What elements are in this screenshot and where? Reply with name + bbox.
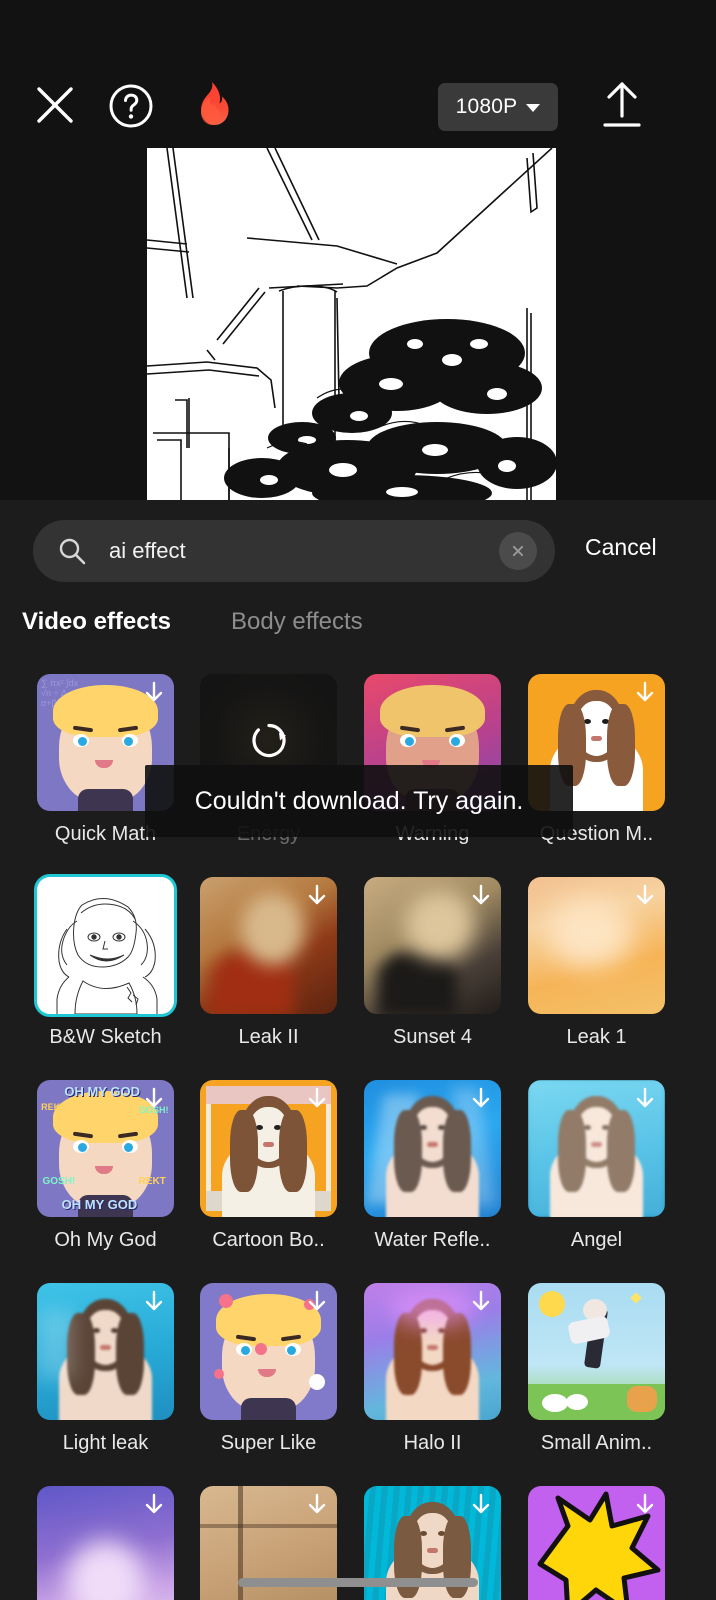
toast-message: Couldn't download. Try again. — [145, 765, 573, 837]
effect-item-sunset-4[interactable]: Sunset 4 — [364, 877, 501, 1049]
effect-item-angel[interactable]: Angel — [528, 1080, 665, 1252]
download-icon[interactable] — [304, 1492, 330, 1518]
effect-item[interactable] — [528, 1486, 665, 1600]
download-icon[interactable] — [141, 1086, 167, 1112]
download-icon[interactable] — [632, 680, 658, 706]
effect-label: Sunset 4 — [393, 1026, 472, 1048]
effect-art-bwsketch — [37, 877, 174, 1014]
download-icon[interactable] — [468, 883, 494, 909]
download-icon[interactable] — [141, 1492, 167, 1518]
effect-thumbnail[interactable] — [528, 1080, 665, 1217]
download-icon[interactable] — [141, 1289, 167, 1315]
effect-thumbnail[interactable] — [37, 1486, 174, 1600]
effect-label: Light leak — [62, 1432, 149, 1454]
home-indicator — [238, 1578, 478, 1587]
flame-icon[interactable] — [190, 81, 234, 131]
effects-picker-screen: 1080P ai effect Cancel Video effects Bod… — [0, 0, 716, 1600]
effects-row: B&W Sketch Leak II Sunset 4 Leak 1 — [0, 874, 716, 1080]
download-icon[interactable] — [304, 883, 330, 909]
cancel-button[interactable]: Cancel — [585, 534, 657, 561]
top-toolbar: 1080P — [0, 0, 716, 146]
effect-thumbnail[interactable] — [200, 1080, 337, 1217]
effect-label: Super Like — [220, 1432, 317, 1454]
effects-row: Light leak Super Like Halo II Small Anim… — [0, 1283, 716, 1486]
effects-row: OH MY GOD OH MY GOD REK! GOSH! GOSH! REK… — [0, 1080, 716, 1283]
effect-thumbnail[interactable] — [528, 877, 665, 1014]
resolution-label: 1080P — [455, 95, 518, 118]
toast-text: Couldn't download. Try again. — [194, 786, 524, 815]
effect-item-halo-ii[interactable]: Halo II — [364, 1283, 501, 1455]
effect-item-water-refle[interactable]: Water Refle.. — [364, 1080, 501, 1252]
close-icon[interactable] — [33, 83, 77, 127]
bw-sketch-preview-art — [147, 148, 556, 500]
video-preview[interactable] — [147, 148, 556, 500]
effect-thumbnail[interactable] — [528, 1283, 665, 1420]
chevron-down-icon — [526, 104, 541, 112]
download-icon[interactable] — [141, 680, 167, 706]
effect-label: Cartoon Bo.. — [212, 1229, 325, 1251]
download-icon[interactable] — [468, 1492, 494, 1518]
tab-body-effects[interactable]: Body effects — [231, 608, 363, 636]
effect-label: Small Anim.. — [540, 1432, 653, 1454]
download-icon[interactable] — [468, 1289, 494, 1315]
effect-item-b-w-sketch[interactable]: B&W Sketch — [34, 874, 177, 1049]
download-icon[interactable] — [468, 1086, 494, 1112]
effect-item-super-like[interactable]: Super Like — [200, 1283, 337, 1455]
effect-label: Oh My God — [54, 1229, 157, 1251]
effect-item-small-anim[interactable]: Small Anim.. — [528, 1283, 665, 1455]
effect-label: Water Refle.. — [374, 1229, 491, 1251]
search-field[interactable] — [33, 520, 555, 582]
effect-item-cartoon-bo[interactable]: Cartoon Bo.. — [200, 1080, 337, 1252]
effect-item-leak-1[interactable]: Leak 1 — [528, 877, 665, 1049]
effect-label: B&W Sketch — [49, 1026, 162, 1048]
effect-thumbnail[interactable] — [37, 1283, 174, 1420]
effect-thumbnail[interactable] — [200, 877, 337, 1014]
effect-item-light-leak[interactable]: Light leak — [37, 1283, 174, 1455]
effect-thumbnail[interactable]: OH MY GOD OH MY GOD REK! GOSH! GOSH! REK… — [37, 1080, 174, 1217]
retry-spinner-icon[interactable] — [249, 720, 289, 765]
effect-art-smallanimal — [528, 1283, 665, 1420]
effect-label: Halo II — [403, 1432, 462, 1454]
download-icon[interactable] — [632, 1492, 658, 1518]
download-icon[interactable] — [632, 1086, 658, 1112]
search-input[interactable] — [109, 538, 499, 564]
tab-video-effects[interactable]: Video effects — [22, 608, 171, 636]
effect-label: Leak II — [238, 1026, 299, 1048]
search-row: Cancel — [0, 520, 716, 582]
effect-item-oh-my-god[interactable]: OH MY GOD OH MY GOD REK! GOSH! GOSH! REK… — [37, 1080, 174, 1252]
effect-thumbnail[interactable] — [364, 1080, 501, 1217]
clear-search-icon[interactable] — [499, 532, 537, 570]
effect-thumbnail[interactable] — [200, 1283, 337, 1420]
effect-thumbnail[interactable] — [34, 874, 177, 1017]
effect-thumbnail[interactable] — [364, 1283, 501, 1420]
search-icon — [57, 536, 87, 566]
download-icon[interactable] — [304, 1289, 330, 1315]
effect-item[interactable] — [37, 1486, 174, 1600]
effect-category-tabs: Video effects Body effects — [0, 608, 716, 652]
effect-label: Leak 1 — [566, 1026, 627, 1048]
effect-thumbnail[interactable] — [528, 1486, 665, 1600]
effect-item-leak-ii[interactable]: Leak II — [200, 877, 337, 1049]
upload-icon[interactable] — [601, 80, 643, 130]
effect-thumbnail[interactable] — [364, 877, 501, 1014]
resolution-selector[interactable]: 1080P — [438, 83, 558, 131]
download-icon[interactable] — [304, 1086, 330, 1112]
effect-label: Angel — [570, 1229, 623, 1251]
effects-panel: Cancel Video effects Body effects ∑ πx² … — [0, 500, 716, 1600]
help-circle-icon[interactable] — [108, 83, 154, 129]
download-icon[interactable] — [632, 883, 658, 909]
